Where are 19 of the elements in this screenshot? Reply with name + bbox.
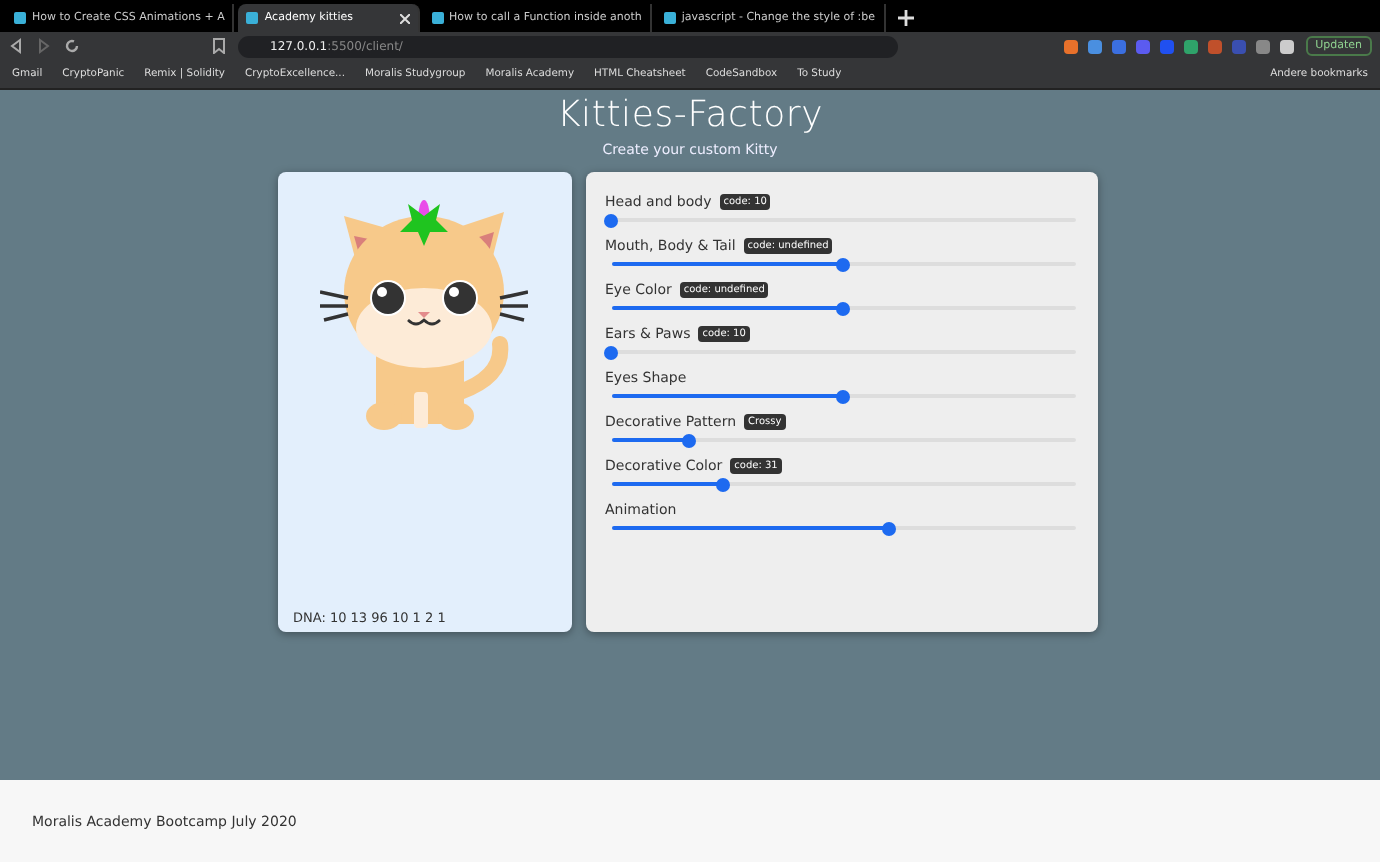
favicon-icon	[14, 12, 26, 24]
back-icon[interactable]	[8, 38, 24, 54]
forward-icon[interactable]	[36, 38, 52, 54]
slider-thumb[interactable]	[882, 521, 897, 535]
favicon-icon	[246, 12, 259, 24]
page-title: Kitties-Factory	[556, 94, 824, 136]
close-icon[interactable]	[399, 13, 409, 23]
bookmark-icon[interactable]	[212, 38, 226, 54]
slider-thumb[interactable]	[604, 345, 618, 359]
plus-icon[interactable]	[897, 10, 914, 26]
slider-thumb[interactable]	[604, 213, 618, 227]
slider-thumb[interactable]	[836, 257, 850, 271]
slider-thumb[interactable]	[715, 477, 730, 491]
favicon-icon	[663, 12, 676, 24]
slider-thumb[interactable]	[836, 301, 850, 315]
favicon-icon	[431, 12, 443, 24]
reload-icon[interactable]	[64, 38, 80, 54]
slider-thumb[interactable]	[836, 389, 850, 403]
slider-thumb[interactable]	[682, 433, 697, 447]
